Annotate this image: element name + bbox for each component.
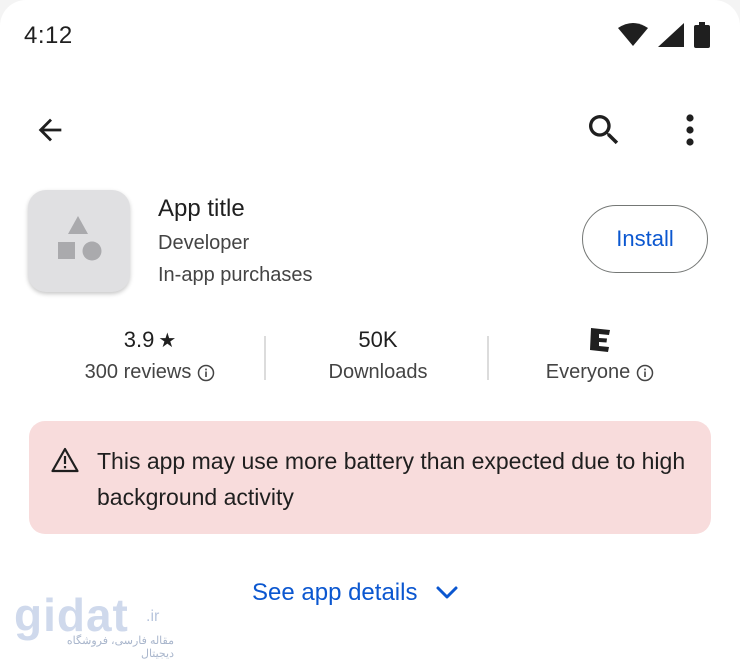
downloads-stat: 50K Downloads [288,325,468,384]
stats-divider [264,336,266,380]
search-icon [589,115,619,145]
watermark-tld: .ir [146,608,160,625]
app-details-screen: 4:12 App title Developer In-app purchase… [0,0,740,663]
search-button[interactable] [582,108,626,152]
rating-value: 3.9 [123,327,155,352]
developer-link[interactable]: Developer [158,232,249,255]
status-icons [618,22,710,48]
install-button[interactable]: Install [582,205,708,273]
content-rating-label: Everyone [545,361,631,383]
cell-signal-icon [658,23,684,47]
app-icon [28,190,130,292]
see-app-details-button[interactable]: See app details [252,575,459,611]
back-button[interactable] [30,110,70,150]
info-icon [637,364,654,381]
watermark-subtitle: مقاله فارسی، فروشگاه دیجیتال [66,635,174,660]
rating-stat[interactable]: 3.9 ★ 300 reviews [60,325,240,384]
battery-icon [694,22,710,48]
esrb-everyone-icon [590,328,610,352]
status-time: 4:12 [24,22,73,49]
wifi-icon [618,23,648,46]
content-rating-stat[interactable]: Everyone [510,325,690,384]
chevron-down-icon [436,586,458,599]
warning-icon [51,447,79,473]
see-app-details-label: See app details [252,579,418,606]
app-title: App title [158,195,245,222]
warning-text: This app may use more battery than expec… [97,448,686,510]
arrow-back-icon [38,118,62,142]
star-icon: ★ [158,329,177,352]
watermark-logo: gidat .ir مقاله فارسی، فروشگاه دیجیتال [14,588,174,660]
more-vert-icon [686,114,694,146]
downloads-label: Downloads [328,361,428,383]
stats-divider [487,336,489,380]
more-options-button[interactable] [672,108,708,152]
in-app-purchases-label: In-app purchases [158,264,313,286]
battery-warning-banner: This app may use more battery than expec… [29,421,711,534]
shapes-placeholder-icon [58,216,102,261]
reviews-count: 300 reviews [84,361,192,383]
downloads-value: 50K [358,327,398,352]
info-icon [198,364,215,381]
